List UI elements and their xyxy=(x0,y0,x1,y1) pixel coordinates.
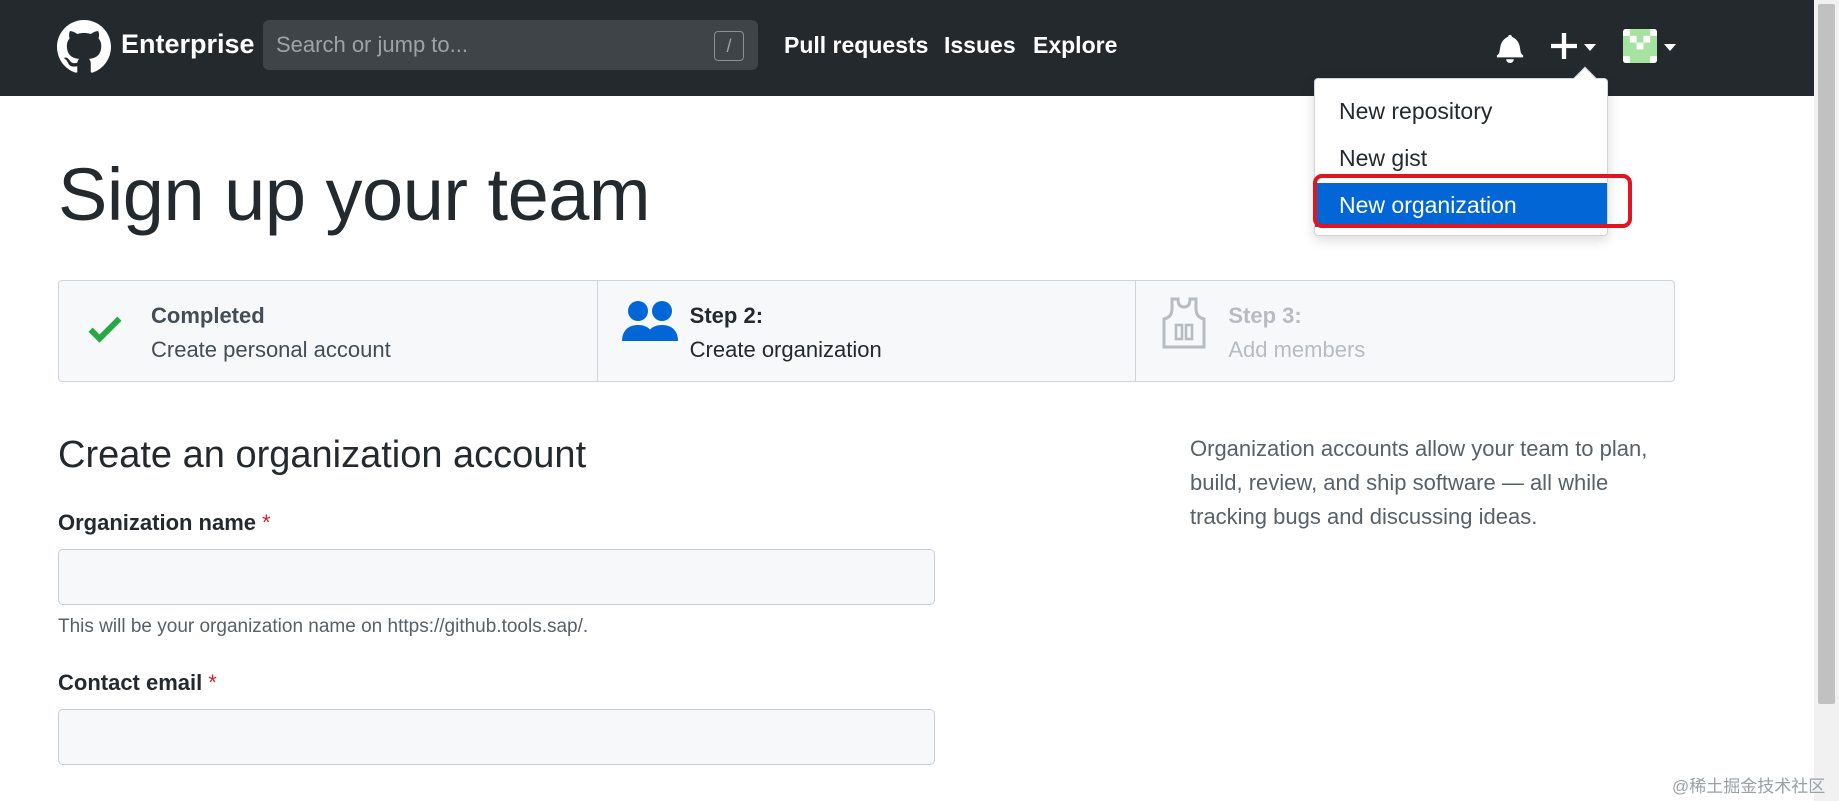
signup-steps: Completed Create personal account Step 2… xyxy=(58,280,1675,382)
step-description: Create organization xyxy=(689,337,882,362)
menu-item-new-repository[interactable]: New repository xyxy=(1315,89,1607,133)
page-scrollbar[interactable] xyxy=(1814,0,1839,801)
org-name-label: Organization name * xyxy=(58,510,271,536)
step-description: Create personal account xyxy=(151,337,391,362)
search-shortcut-hint: / xyxy=(714,31,744,61)
step-title: Step 2: xyxy=(689,303,764,328)
watermark: @稀土掘金技术社区 xyxy=(1672,777,1826,796)
nav-pull-requests[interactable]: Pull requests xyxy=(784,32,928,59)
contact-email-label: Contact email * xyxy=(58,670,217,696)
jersey-icon xyxy=(1162,297,1206,349)
search-input[interactable] xyxy=(263,20,758,70)
step-description: Add members xyxy=(1228,337,1366,362)
organization-info-note: Organization accounts allow your team to… xyxy=(1190,436,1648,529)
search-box[interactable]: / xyxy=(263,20,758,70)
org-name-input[interactable] xyxy=(58,549,935,605)
scrollbar-thumb[interactable] xyxy=(1818,4,1835,704)
contact-email-input[interactable] xyxy=(58,709,935,765)
user-avatar[interactable] xyxy=(1623,29,1657,63)
required-marker: * xyxy=(262,510,271,535)
org-name-label-text: Organization name xyxy=(58,510,257,535)
step-completed: Completed Create personal account xyxy=(59,281,597,381)
brand-label[interactable]: Enterprise xyxy=(121,29,255,60)
nav-explore[interactable]: Explore xyxy=(1033,32,1117,59)
notifications-bell-icon[interactable] xyxy=(1496,33,1524,63)
check-icon xyxy=(88,316,122,343)
github-logo-icon[interactable] xyxy=(57,20,111,74)
people-icon xyxy=(621,301,678,341)
step-title: Step 3: xyxy=(1228,303,1302,328)
required-marker: * xyxy=(208,670,217,695)
user-menu-chevron-down-icon[interactable] xyxy=(1664,44,1676,51)
create-new-plus-icon[interactable] xyxy=(1551,33,1577,59)
step-current: Step 2: Create organization xyxy=(596,281,1136,381)
create-new-chevron-down-icon[interactable] xyxy=(1584,44,1596,51)
contact-email-label-text: Contact email xyxy=(58,670,203,695)
highlight-annotation-ring xyxy=(1313,174,1632,228)
section-title: Create an organization account xyxy=(58,434,587,476)
step-upcoming: Step 3: Add members xyxy=(1135,281,1674,381)
page-title: Sign up your team xyxy=(58,153,651,236)
step-title: Completed xyxy=(151,303,265,328)
org-name-note: This will be your organization name on h… xyxy=(58,616,589,637)
nav-issues[interactable]: Issues xyxy=(944,32,1016,59)
